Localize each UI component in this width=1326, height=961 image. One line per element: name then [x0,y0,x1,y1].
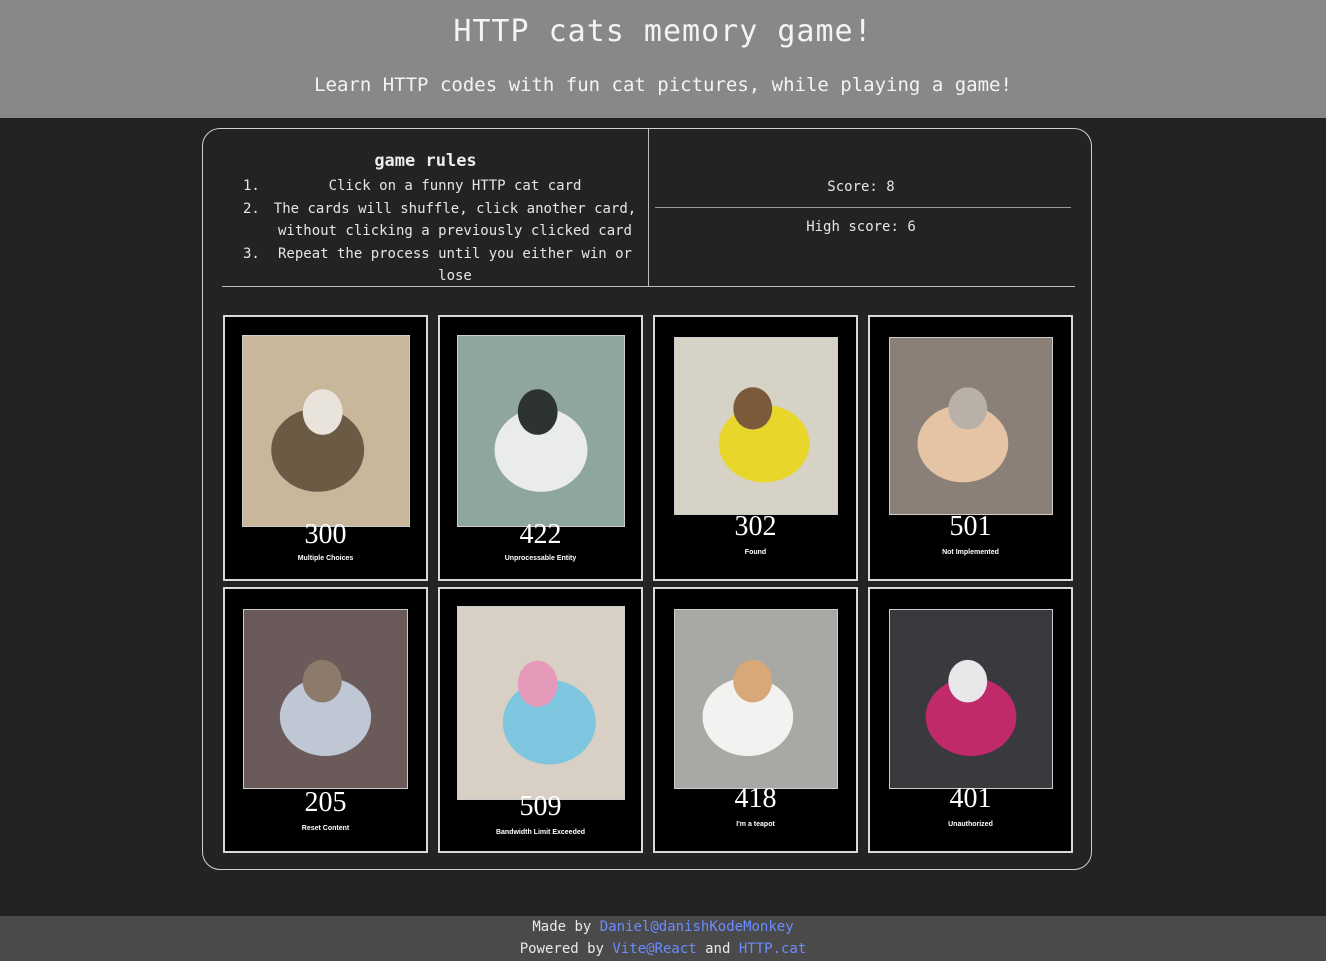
cat-card[interactable]: 422 Unprocessable Entity [438,315,643,581]
header-divider [222,286,1075,287]
game-board: game rules 1. Click on a funny HTTP cat … [202,128,1092,870]
and-label: and [696,941,739,957]
score-divider [655,207,1071,208]
made-by-label: Made by [532,919,600,935]
rule-text: Click on a funny HTTP cat card [328,178,582,194]
cat-picture [457,606,625,800]
rule-number: 2. [243,200,260,217]
rule-item: 2. The cards will shuffle, click another… [243,198,643,243]
cat-picture [889,337,1053,515]
rule-item: 3. Repeat the process until you either w… [243,243,643,288]
status-code: 509 [519,791,562,822]
cat-card[interactable]: 401 Unauthorized [868,587,1073,853]
rule-text: Repeat the process until you either win … [277,245,632,285]
page-subtitle: Learn HTTP codes with fun cat pictures, … [314,74,1012,96]
rule-item: 1. Click on a funny HTTP cat card [243,175,643,198]
status-code: 418 [734,783,777,814]
status-description: Multiple Choices [297,555,354,562]
cat-card[interactable]: 300 Multiple Choices [223,315,428,581]
current-score: Score: 8 [827,179,895,195]
card-grid: 300 Multiple Choices 422 Unprocessable Enti… [223,315,1075,855]
status-code: 300 [304,519,347,550]
cat-picture [674,609,838,789]
powered-by-line: Powered by Vite@React and HTTP.cat [0,938,1326,960]
author-link[interactable]: Daniel@danishKodeMonkey [600,919,794,935]
rule-text: The cards will shuffle, click another ca… [273,200,637,240]
cat-picture [674,337,838,515]
http-cat-link[interactable]: HTTP.cat [739,941,806,957]
cat-card[interactable]: 302 Found [653,315,858,581]
status-code: 302 [734,511,777,542]
rule-number: 1. [243,178,260,194]
rules-list: 1. Click on a funny HTTP cat card 2. The… [243,175,643,288]
cat-card[interactable]: 418 I'm a teapot [653,587,858,853]
status-description: Unprocessable Entity [504,555,577,562]
cat-card[interactable]: 509 Bandwidth Limit Exceeded [438,587,643,853]
page-title: HTTP cats memory game! [453,14,873,49]
status-description: Unauthorized [948,821,993,828]
rule-number: 3. [243,245,260,262]
rules-panel: game rules 1. Click on a funny HTTP cat … [203,129,649,287]
cat-card[interactable]: 205 Reset Content [223,587,428,853]
status-code: 205 [304,787,347,818]
status-code: 401 [949,783,992,814]
cat-picture [242,335,410,527]
status-code: 501 [949,511,992,542]
status-description: Found [744,549,767,556]
high-score: High score: 6 [806,219,916,235]
vite-react-link[interactable]: Vite@React [612,941,696,957]
made-by-line: Made by Daniel@danishKodeMonkey [0,916,1326,938]
rules-heading: game rules [374,151,477,171]
cat-card[interactable]: 501 Not Implemented [868,315,1073,581]
powered-by-label: Powered by [519,941,613,957]
cat-picture [889,609,1053,789]
cat-picture [243,609,408,789]
page-footer: Made by Daniel@danishKodeMonkey Powered … [0,916,1326,961]
status-description: Reset Content [301,825,350,832]
page-header: HTTP cats memory game! Learn HTTP codes … [0,0,1326,118]
score-panel: Score: 8 High score: 6 [651,129,1091,287]
status-description: Not Implemented [942,549,999,556]
cat-picture [457,335,625,527]
status-description: Bandwidth Limit Exceeded [495,829,586,836]
status-description: I'm a teapot [736,821,775,828]
status-code: 422 [519,519,562,550]
